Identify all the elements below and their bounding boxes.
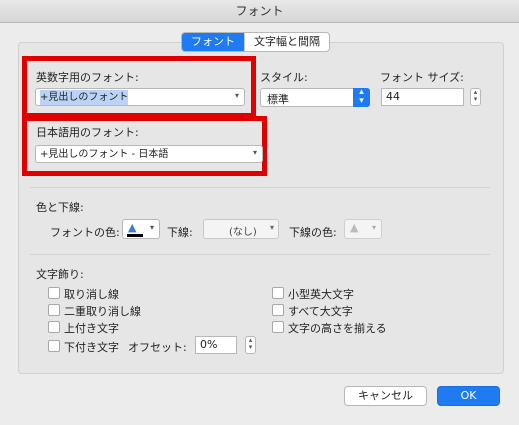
underline-label: 下線:: [167, 226, 193, 239]
style-value: 標準: [267, 93, 289, 106]
equalize-height-label: 文字の高さを揃える: [288, 322, 387, 335]
effects-section-label: 文字飾り:: [36, 268, 84, 281]
section-divider: [30, 254, 490, 255]
cancel-button[interactable]: キャンセル: [344, 386, 427, 406]
underline-color-button[interactable]: ▲ ▾: [344, 219, 382, 239]
latin-font-highlight: [22, 56, 256, 118]
section-divider: [30, 187, 490, 188]
chevron-down-icon: ▾: [270, 223, 275, 232]
asian-font-select[interactable]: +見出しのフォント - 日本語 ▾: [35, 145, 263, 163]
asian-font-label: 日本語用のフォント:: [36, 126, 139, 139]
subscript-label: 下付き文字: [64, 341, 119, 354]
underline-value: (なし): [229, 227, 257, 238]
offset-stepper[interactable]: ▴ ▾: [245, 336, 256, 354]
ok-button[interactable]: OK: [437, 386, 500, 406]
style-select[interactable]: 標準 ▴ ▾: [260, 88, 370, 107]
small-caps-checkbox[interactable]: [272, 287, 284, 299]
superscript-checkbox[interactable]: [48, 321, 60, 333]
color-underline-section-label: 色と下線:: [36, 201, 84, 214]
double-strikethrough-checkbox[interactable]: [48, 304, 60, 316]
strikethrough-checkbox[interactable]: [48, 287, 60, 299]
chevron-down-icon: ▾: [150, 223, 155, 232]
window-title: フォント: [0, 0, 519, 23]
all-caps-label: すべて大文字: [288, 305, 353, 318]
chevron-down-icon: ▾: [234, 91, 239, 100]
latin-font-label: 英数字用のフォント:: [36, 71, 139, 84]
all-caps-checkbox[interactable]: [272, 304, 284, 316]
chevron-down-icon: ▾: [372, 223, 377, 232]
subscript-checkbox[interactable]: [48, 340, 60, 352]
asian-font-value: +見出しのフォント - 日本語: [40, 149, 169, 160]
paint-bucket-icon: ▲: [350, 221, 359, 234]
tab-bar: フォント 文字幅と間隔: [181, 32, 330, 52]
paint-bucket-icon: ▲: [128, 221, 137, 234]
latin-font-value: +見出しのフォント: [40, 90, 129, 105]
superscript-label: 上付き文字: [64, 322, 119, 335]
latin-font-select[interactable]: +見出しのフォント ▾: [35, 88, 245, 106]
small-caps-label: 小型英大文字: [288, 288, 354, 301]
font-color-label: フォントの色:: [50, 226, 120, 239]
tab-font[interactable]: フォント: [182, 33, 244, 51]
up-down-chevron-icon: ▴ ▾: [353, 88, 370, 107]
font-size-input[interactable]: 44: [381, 88, 464, 106]
double-strikethrough-label: 二重取り消し線: [64, 305, 141, 318]
offset-input[interactable]: 0%: [195, 336, 237, 354]
font-size-stepper[interactable]: ▴ ▾: [470, 88, 481, 106]
font-size-label: フォント サイズ:: [380, 71, 464, 84]
style-label: スタイル:: [260, 71, 308, 84]
underline-select[interactable]: (なし) ▾: [203, 219, 279, 239]
font-color-button[interactable]: ▲ ▾: [122, 219, 160, 239]
font-color-swatch: [127, 234, 143, 237]
offset-label: オフセット:: [128, 341, 187, 354]
equalize-height-checkbox[interactable]: [272, 321, 284, 333]
strikethrough-label: 取り消し線: [64, 288, 119, 301]
tab-character-spacing[interactable]: 文字幅と間隔: [244, 33, 329, 51]
chevron-down-icon: ▾: [252, 148, 257, 157]
underline-color-label: 下線の色:: [289, 226, 337, 239]
